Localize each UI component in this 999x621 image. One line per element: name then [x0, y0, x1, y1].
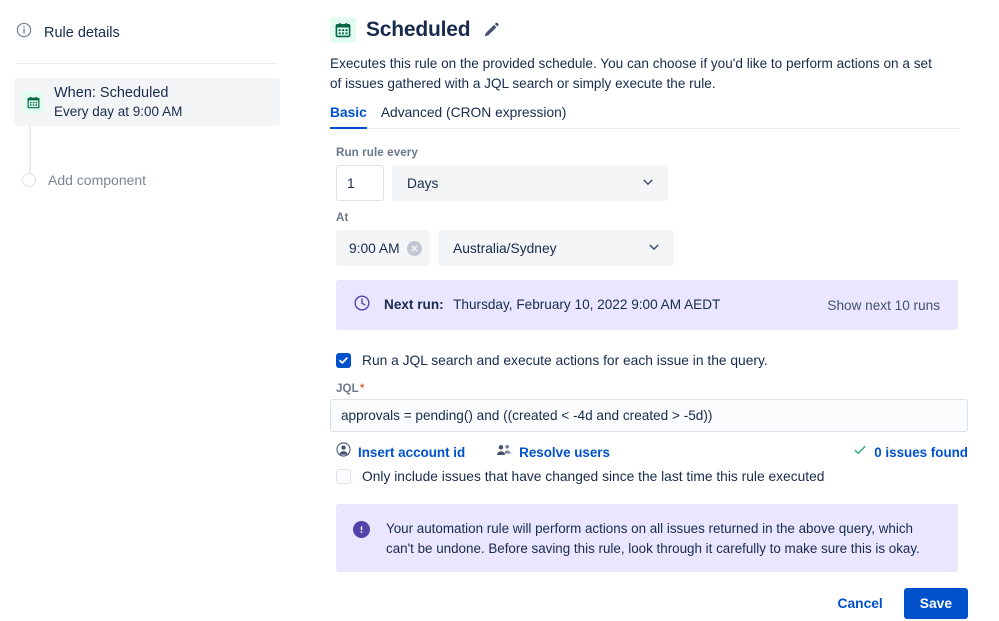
- empty-circle-icon: [22, 173, 36, 187]
- jql-field-label-row: JQL *: [336, 382, 365, 395]
- rule-chain-sidebar: Rule details When: Scheduled Every day a…: [0, 0, 310, 621]
- info-circle-icon: [16, 22, 32, 43]
- panel-description: Executes this rule on the provided sched…: [330, 56, 932, 92]
- check-icon: [853, 443, 867, 462]
- people-icon: [496, 443, 512, 462]
- automation-rule-editor: Rule details When: Scheduled Every day a…: [0, 0, 999, 621]
- chevron-down-icon: [647, 240, 661, 257]
- insert-account-id-button[interactable]: Insert account id: [336, 442, 465, 462]
- destructive-action-warning: Your automation rule will perform action…: [336, 504, 958, 572]
- run-jql-search-checkbox[interactable]: [336, 353, 351, 368]
- resolve-users-label: Resolve users: [519, 444, 610, 460]
- only-changed-issues-checkbox[interactable]: [336, 469, 351, 484]
- jql-actions-row: Insert account id Resolve users 0 issues…: [336, 442, 968, 462]
- run-rule-every-label: Run rule every: [336, 146, 418, 159]
- timezone-select[interactable]: Australia/Sydney: [438, 230, 674, 266]
- at-group: At 9:00 AM Australia/Sydney: [336, 211, 674, 266]
- run-jql-search-checkbox-row[interactable]: Run a JQL search and execute actions for…: [336, 353, 768, 368]
- run-rule-every-group: Run rule every Days: [336, 146, 668, 201]
- run-unit-value: Days: [407, 175, 439, 191]
- run-unit-select[interactable]: Days: [392, 165, 668, 201]
- sidebar-divider: [16, 63, 278, 64]
- tab-basic[interactable]: Basic: [330, 105, 367, 129]
- clock-icon: [353, 294, 371, 317]
- clear-cross-icon[interactable]: [407, 240, 422, 256]
- panel-header: Scheduled: [330, 17, 500, 43]
- timezone-value: Australia/Sydney: [453, 240, 557, 256]
- sidebar-rule-details-label: Rule details: [44, 24, 120, 41]
- cancel-button[interactable]: Cancel: [828, 589, 893, 618]
- exclamation-icon: [353, 521, 370, 538]
- jql-label: JQL: [336, 382, 359, 395]
- only-changed-issues-label: Only include issues that have changed si…: [362, 469, 825, 484]
- jql-input[interactable]: approvals = pending() and ((created < -4…: [330, 399, 968, 432]
- insert-account-id-label: Insert account id: [358, 444, 466, 460]
- required-marker: *: [359, 381, 365, 395]
- run-jql-search-label: Run a JQL search and execute actions for…: [362, 353, 768, 368]
- tab-advanced-cron[interactable]: Advanced (CRON expression): [381, 105, 567, 129]
- sidebar-trigger-title: When: Scheduled: [54, 85, 169, 102]
- add-component-label: Add component: [48, 172, 147, 188]
- issues-found-label: 0 issues found: [874, 444, 968, 460]
- sidebar-add-component-button[interactable]: Add component: [22, 172, 146, 188]
- sidebar-item-rule-details[interactable]: Rule details: [16, 22, 120, 43]
- page-title: Scheduled: [366, 18, 471, 41]
- panel-footer: Cancel Save: [330, 588, 968, 619]
- next-run-value: Thursday, February 10, 2022 9:00 AM AEDT: [453, 297, 721, 312]
- next-run-banner: Next run: Thursday, February 10, 2022 9:…: [336, 280, 958, 330]
- at-time-field[interactable]: 9:00 AM: [336, 230, 430, 266]
- at-time-value: 9:00 AM: [349, 240, 400, 256]
- calendar-icon: [330, 17, 356, 43]
- only-changed-issues-checkbox-row[interactable]: Only include issues that have changed si…: [336, 469, 824, 484]
- rule-component-panel: Scheduled Executes this rule on the prov…: [330, 0, 999, 621]
- calendar-icon: [22, 91, 44, 113]
- sidebar-item-when-scheduled[interactable]: When: Scheduled Every day at 9:00 AM: [14, 78, 280, 126]
- at-label: At: [336, 211, 349, 224]
- tab-bar: Basic Advanced (CRON expression): [330, 105, 960, 129]
- chevron-down-icon: [641, 175, 655, 192]
- run-interval-input[interactable]: [336, 165, 384, 201]
- pencil-icon[interactable]: [482, 21, 500, 39]
- show-next-runs-link[interactable]: Show next 10 runs: [827, 298, 940, 313]
- person-icon: [336, 442, 351, 462]
- next-run-label: Next run:: [384, 297, 444, 312]
- resolve-users-button[interactable]: Resolve users: [496, 443, 610, 462]
- issues-found-status: 0 issues found: [853, 443, 968, 462]
- jql-value: approvals = pending() and ((created < -4…: [341, 408, 713, 423]
- save-button[interactable]: Save: [903, 588, 968, 619]
- sidebar-trigger-subtitle: Every day at 9:00 AM: [54, 103, 183, 119]
- warning-text: Your automation rule will perform action…: [386, 521, 920, 557]
